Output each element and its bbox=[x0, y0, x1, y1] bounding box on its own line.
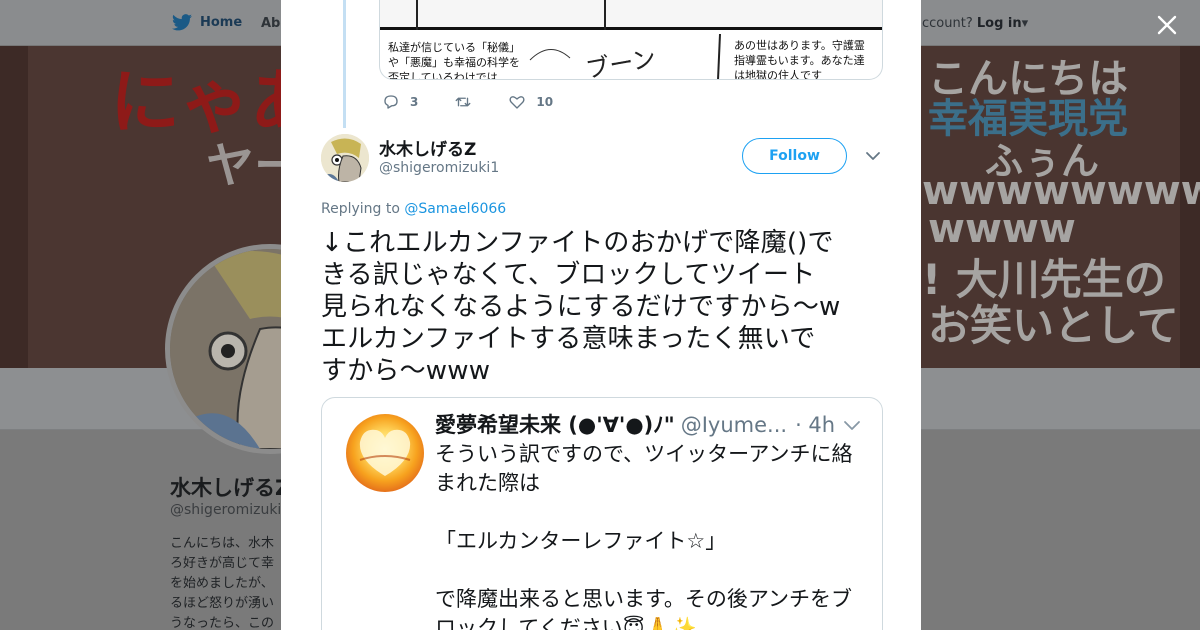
nav-home[interactable]: Home bbox=[172, 14, 242, 31]
quoted-name: 愛夢希望未来 (●'∀'●)ﾉ" bbox=[435, 413, 675, 437]
caption-line: 指導霊もいます。あなた達 bbox=[734, 54, 865, 67]
retweet-action[interactable] bbox=[454, 93, 472, 111]
quoted-avatar bbox=[346, 414, 424, 492]
heart-icon bbox=[509, 96, 525, 109]
quoted-header: 愛夢希望未来 (●'∀'●)ﾉ" @Iyume... · 4h bbox=[435, 412, 835, 438]
bio-line: こんにちは、水木 bbox=[170, 536, 275, 551]
previous-tweet-actions: 3 10 bbox=[382, 92, 589, 112]
manga-caption-right: あの世はあります。守護霊 指導霊もいます。あなた達 は地獄の住人です bbox=[734, 38, 865, 80]
quoted-handle: @Iyume... bbox=[680, 413, 788, 437]
author-handle[interactable]: @shigeromizuki1 bbox=[379, 160, 499, 176]
bio-line: うなったら、この bbox=[170, 616, 275, 630]
quoted-line bbox=[435, 556, 875, 585]
author-avatar[interactable] bbox=[321, 134, 369, 182]
like-count: 10 bbox=[536, 95, 554, 109]
tweet-text-line: 見られなくなるようにするだけですから〜w bbox=[321, 292, 841, 322]
quoted-body: そういう訳ですので、ツイッターアンチに絡 まれた際は 「エルカンターレファイト☆… bbox=[435, 440, 875, 630]
quoted-line: そういう訳ですので、ツイッターアンチに絡 bbox=[435, 442, 853, 466]
quoted-line: ロックしてください😇🙏✨ bbox=[435, 616, 697, 630]
reply-action[interactable]: 3 bbox=[382, 93, 418, 111]
tweet-modal: 私達が信じている「秘儀」 や「悪魔」も幸福の科学を 否定しているわけでは ブーン… bbox=[281, 0, 921, 630]
quoted-tweet[interactable]: 愛夢希望未来 (●'∀'●)ﾉ" @Iyume... · 4h そういう訳ですので、… bbox=[321, 397, 883, 630]
tweet-text-line: ↓これエルカンファイトのおかげで降魔()で bbox=[321, 228, 834, 258]
previous-tweet-media[interactable]: 私達が信じている「秘儀」 や「悪魔」も幸福の科学を 否定しているわけでは ブーン… bbox=[379, 0, 883, 80]
close-modal-button[interactable] bbox=[1152, 10, 1182, 40]
author-avatar-image bbox=[321, 134, 369, 182]
chevron-down-icon[interactable] bbox=[865, 148, 881, 164]
login-prefix: ccount? bbox=[922, 16, 973, 31]
profile-bio: こんにちは、水木 ろ好きが高じて幸 を始めましたが、 るほど怒りが湧い うなった… bbox=[170, 534, 290, 630]
quoted-line: まれた際は bbox=[435, 471, 540, 495]
reply-icon bbox=[384, 95, 398, 109]
tweet-text-line: すから〜www bbox=[321, 356, 491, 386]
replying-to: Replying to @Samael6066 bbox=[321, 201, 506, 217]
caption-line: あの世はあります。守護霊 bbox=[734, 39, 865, 52]
login-link[interactable]: Log in bbox=[977, 16, 1022, 31]
tweet-text: ↓これエルカンファイトのおかげで降魔()で きる訳じゃなくて、ブロックしてツイー… bbox=[321, 227, 883, 387]
quoted-line: で降魔出来ると思います。その後アンチをブ bbox=[435, 587, 853, 611]
follow-button[interactable]: Follow bbox=[742, 138, 847, 174]
thread-connector-line bbox=[343, 0, 346, 128]
nav-login[interactable]: ccount? Log in▾ bbox=[922, 16, 1028, 31]
quoted-line bbox=[435, 498, 875, 527]
replying-prefix: Replying to bbox=[321, 201, 405, 217]
banner-text-right: お笑いとして bbox=[928, 301, 1179, 350]
like-action[interactable]: 10 bbox=[508, 93, 553, 111]
reply-count: 3 bbox=[410, 95, 419, 109]
retweet-icon bbox=[455, 97, 471, 107]
close-icon bbox=[1157, 15, 1177, 35]
caption-line: は地獄の住人です bbox=[734, 69, 822, 80]
tweet-text-line: きる訳じゃなくて、ブロックしてツイート bbox=[321, 260, 816, 290]
login-caret-icon: ▾ bbox=[1021, 16, 1029, 31]
quoted-avatar-image bbox=[359, 429, 411, 476]
nav-home-label: Home bbox=[200, 15, 243, 30]
profile-name: 水木しげるZ bbox=[170, 476, 291, 500]
bio-line: を始めましたが、 bbox=[170, 576, 274, 591]
quoted-time: · 4h bbox=[795, 413, 836, 437]
profile-handle: @shigeromizuki1 bbox=[170, 502, 291, 518]
tweet-text-line: エルカンファイトする意味まったく無いで bbox=[321, 324, 816, 354]
bio-line: るほど怒りが湧い bbox=[170, 596, 275, 611]
bio-line: ろ好きが高じて幸 bbox=[170, 556, 275, 571]
chevron-down-icon[interactable] bbox=[843, 416, 861, 434]
quoted-line: 「エルカンターレファイト☆」 bbox=[435, 529, 727, 553]
author-name[interactable]: 水木しげるZ bbox=[379, 135, 476, 160]
replying-handle-link[interactable]: @Samael6066 bbox=[404, 201, 506, 217]
twitter-bird-icon bbox=[172, 14, 192, 31]
